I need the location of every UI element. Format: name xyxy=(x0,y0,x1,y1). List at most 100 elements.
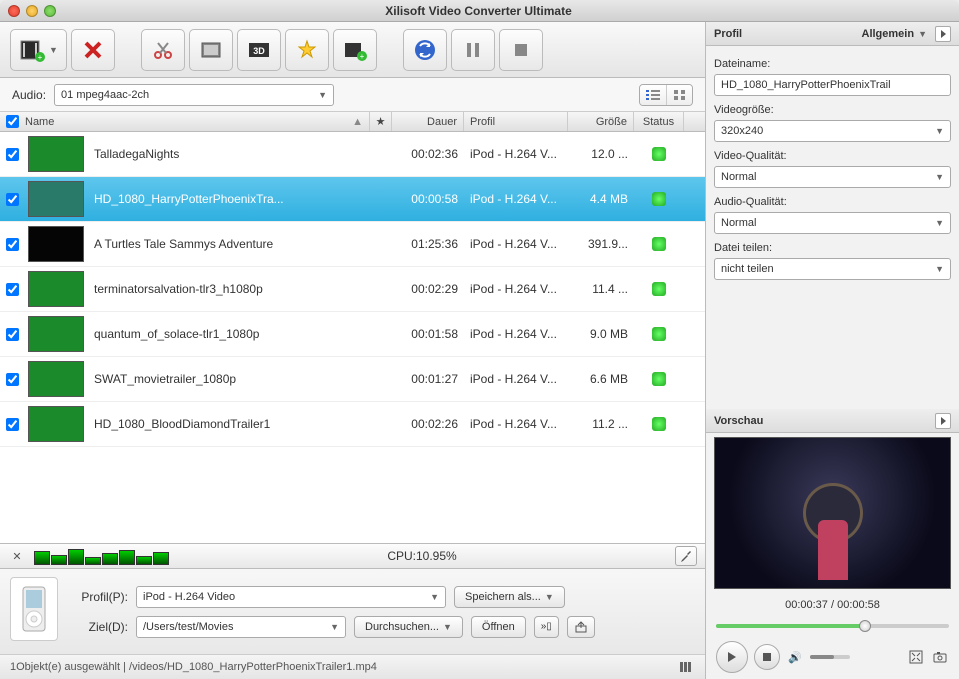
browse-button[interactable]: Durchsuchen...▼ xyxy=(354,616,463,638)
table-row[interactable]: TalladegaNights 00:02:36 iPod - H.264 V.… xyxy=(0,132,705,177)
stop-preview-button[interactable] xyxy=(754,644,780,670)
table-row[interactable]: HD_1080_BloodDiamondTrailer1 00:02:26 iP… xyxy=(0,402,705,447)
device-icon xyxy=(10,577,58,641)
table-row[interactable]: SWAT_movietrailer_1080p 00:01:27 iPod - … xyxy=(0,357,705,402)
split-label: Datei teilen: xyxy=(714,242,951,254)
row-checkbox[interactable] xyxy=(6,328,19,341)
table-row[interactable]: terminatorsalvation-tlr3_h1080p 00:02:29… xyxy=(0,267,705,312)
row-name: TalladegaNights xyxy=(88,147,370,161)
row-duration: 00:02:36 xyxy=(392,147,464,161)
col-star[interactable]: ★ xyxy=(370,112,392,131)
col-size[interactable]: Größe xyxy=(568,112,634,131)
add-file-button[interactable]: + ▼ xyxy=(10,29,67,71)
row-duration: 00:02:26 xyxy=(392,417,464,431)
cpu-graph xyxy=(34,547,169,565)
convert-button[interactable] xyxy=(403,29,447,71)
split-combo[interactable]: nicht teilen▼ xyxy=(714,258,951,280)
col-duration[interactable]: Dauer xyxy=(392,112,464,131)
dest-combo[interactable]: /Users/test/Movies ▼ xyxy=(136,616,346,638)
minimize-icon[interactable] xyxy=(26,5,38,17)
table-row[interactable]: quantum_of_solace-tlr1_1080p 00:01:58 iP… xyxy=(0,312,705,357)
columns-icon[interactable] xyxy=(677,658,695,676)
row-size: 11.4 ... xyxy=(568,282,634,296)
output-panel: Profil(P): iPod - H.264 Video ▼ Speicher… xyxy=(0,569,705,655)
preview-header: Vorschau xyxy=(706,409,959,433)
list-view-button[interactable] xyxy=(640,85,666,105)
preview-video[interactable] xyxy=(714,437,951,589)
edit-button[interactable] xyxy=(189,29,233,71)
select-all-checkbox[interactable] xyxy=(6,115,19,128)
filename-field[interactable]: HD_1080_HarryPotterPhoenixTrail xyxy=(714,74,951,96)
aquality-combo[interactable]: Normal▼ xyxy=(714,212,951,234)
vquality-combo[interactable]: Normal▼ xyxy=(714,166,951,188)
save-as-button[interactable]: Speichern als...▼ xyxy=(454,586,565,608)
table-row[interactable]: A Turtles Tale Sammys Adventure 01:25:36… xyxy=(0,222,705,267)
zoom-icon[interactable] xyxy=(44,5,56,17)
general-tab[interactable]: Allgemein xyxy=(862,28,915,40)
row-profile: iPod - H.264 V... xyxy=(464,372,568,386)
file-list: TalladegaNights 00:02:36 iPod - H.264 V.… xyxy=(0,132,705,543)
volume-icon[interactable]: 🔊 xyxy=(786,648,804,666)
fullscreen-icon[interactable] xyxy=(907,648,925,666)
cut-button[interactable] xyxy=(141,29,185,71)
svg-text:+: + xyxy=(360,52,365,61)
row-status xyxy=(634,282,684,296)
videosize-combo[interactable]: 320x240▼ xyxy=(714,120,951,142)
expand-button[interactable] xyxy=(935,26,951,42)
cpu-label: CPU:10.95% xyxy=(177,549,667,563)
col-name[interactable]: Name ▲ xyxy=(0,112,370,131)
profile-combo[interactable]: iPod - H.264 Video ▼ xyxy=(136,586,446,608)
col-status[interactable]: Status xyxy=(634,112,684,131)
add-clip-button[interactable]: + xyxy=(333,29,377,71)
status-bar: 1Objekt(e) ausgewählt | /videos/HD_1080_… xyxy=(0,655,705,679)
effects-button[interactable] xyxy=(285,29,329,71)
row-checkbox[interactable] xyxy=(6,418,19,431)
row-name: terminatorsalvation-tlr3_h1080p xyxy=(88,282,370,296)
audio-combo[interactable]: 01 mpeg4aac-2ch ▼ xyxy=(54,84,334,106)
thumbnail xyxy=(28,406,84,442)
preview-panel: 00:00:37 / 00:00:58 🔊 xyxy=(706,433,959,679)
audio-row: Audio: 01 mpeg4aac-2ch ▼ xyxy=(0,78,705,112)
row-status xyxy=(634,417,684,431)
thumbnail xyxy=(28,316,84,352)
open-button[interactable]: Öffnen xyxy=(471,616,526,638)
snapshot-icon[interactable] xyxy=(931,648,949,666)
col-profile[interactable]: Profil xyxy=(464,112,568,131)
play-button[interactable] xyxy=(716,641,748,673)
remove-button[interactable] xyxy=(71,29,115,71)
row-checkbox[interactable] xyxy=(6,193,19,206)
dest-label: Ziel(D): xyxy=(68,620,128,634)
export-button[interactable] xyxy=(567,616,595,638)
settings-button[interactable] xyxy=(675,546,697,566)
row-size: 9.0 MB xyxy=(568,327,634,341)
row-checkbox[interactable] xyxy=(6,373,19,386)
preview-slider[interactable] xyxy=(716,619,949,633)
pause-button[interactable] xyxy=(451,29,495,71)
row-checkbox[interactable] xyxy=(6,148,19,161)
preview-expand-button[interactable] xyxy=(935,413,951,429)
svg-text:+: + xyxy=(38,53,43,62)
close-cpu-icon[interactable]: ✕ xyxy=(8,547,26,565)
upload-button[interactable]: »▯ xyxy=(534,616,559,638)
row-checkbox[interactable] xyxy=(6,238,19,251)
3d-button[interactable]: 3D xyxy=(237,29,281,71)
thumb-view-button[interactable] xyxy=(666,85,692,105)
preview-controls: 🔊 xyxy=(706,635,959,679)
row-status xyxy=(634,192,684,206)
row-profile: iPod - H.264 V... xyxy=(464,417,568,431)
window-title: Xilisoft Video Converter Ultimate xyxy=(56,4,901,18)
thumbnail xyxy=(28,271,84,307)
row-size: 11.2 ... xyxy=(568,417,634,431)
row-checkbox[interactable] xyxy=(6,283,19,296)
videosize-label: Videogröße: xyxy=(714,104,951,116)
thumbnail xyxy=(28,226,84,262)
row-profile: iPod - H.264 V... xyxy=(464,327,568,341)
view-toggle xyxy=(639,84,693,106)
stop-button[interactable] xyxy=(499,29,543,71)
close-icon[interactable] xyxy=(8,5,20,17)
filename-label: Dateiname: xyxy=(714,58,951,70)
row-name: A Turtles Tale Sammys Adventure xyxy=(88,237,370,251)
table-row[interactable]: HD_1080_HarryPotterPhoenixTra... 00:00:5… xyxy=(0,177,705,222)
chevron-down-icon: ▼ xyxy=(330,622,339,632)
volume-slider[interactable] xyxy=(810,655,850,659)
